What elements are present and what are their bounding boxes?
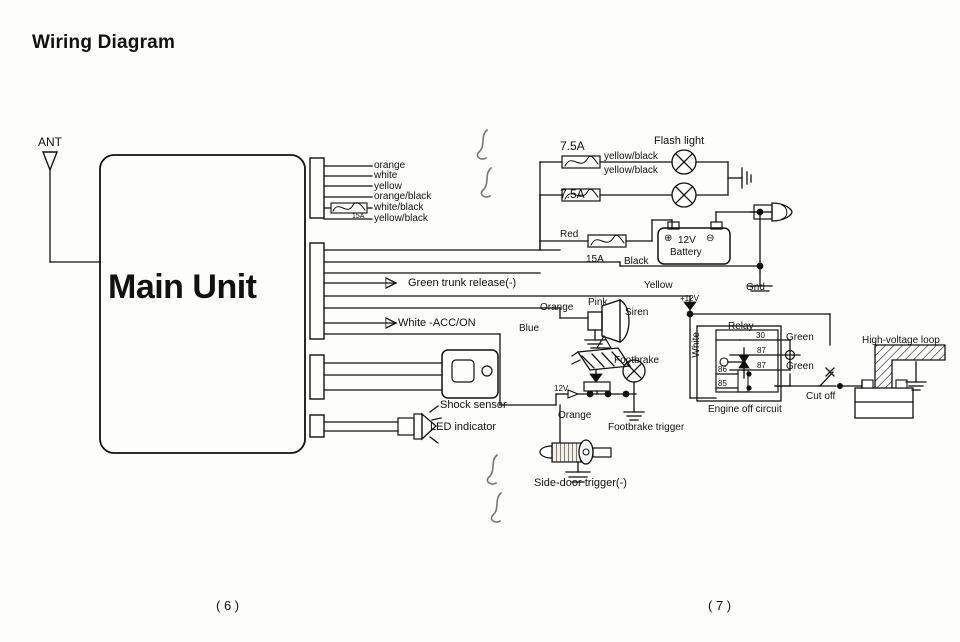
high-voltage-loop-label: High-voltage loop [862,335,940,346]
wire-label-green-top: Green [786,332,814,343]
siren-label: Siren [625,307,649,318]
wire-label-flash-top: yellow/black [604,151,658,162]
page-number-right: ( 7 ) [708,598,732,613]
battery-minus-sign: ⊖ [706,233,715,244]
page-number-left: ( 6 ) [216,598,240,613]
led-indicator-label: LED indicator [430,421,497,433]
wire-label-yellow-black: yellow/black [374,213,428,224]
wire-label-white-acc-on: White -ACC/ON [398,317,476,329]
antenna [41,151,101,263]
wire-label-flash-bottom: yellow/black [604,165,658,176]
footbrake-supply-label: 12V [554,384,569,393]
engine-off-circuit [689,325,801,402]
relay-terminal-30: 30 [756,331,765,340]
battery-voltage: 12V [678,235,696,246]
side-door-trigger-label: Side-door trigger(-) [534,477,627,489]
diagram-lines [41,128,946,523]
staple-marks [476,128,503,523]
footbrake-label: Footbrake [614,355,660,366]
fuse-label-flash-bottom: 7.5A [560,187,585,201]
relay-terminal-85: 85 [718,379,727,388]
relay-terminal-87a: 87 [757,361,766,370]
wiring-diagram-page: Wiring Diagram Main Unit ANT orange whit… [0,0,960,642]
cut-off-label: Cut off [806,391,836,402]
flash-light-title: Flash light [654,135,705,147]
relay-title: Relay [728,321,754,332]
engine-off-circuit-label: Engine off circuit [708,404,782,415]
shock-sensor-label: Shock sensor [440,399,507,411]
wire-label-orange-siren: Orange [540,302,574,313]
antenna-label: ANT [38,135,62,149]
supply-12v-label: +12V [680,294,699,303]
fuse-label-flash-top: 7.5A [560,139,585,153]
high-voltage-loop [829,313,946,419]
diagram-canvas [41,128,946,523]
supply-bus [683,295,831,331]
wire-label-orange-black: orange/black [374,191,432,202]
wire-label-green-trunk-release: Green trunk release(-) [408,277,517,289]
wire-label-blue: Blue [519,323,540,334]
led-indicator [309,405,442,444]
wire-label-black: Black [624,256,649,267]
relay-terminal-87: 87 [757,346,766,355]
relay-terminal-86: 86 [718,365,727,374]
ground-label: Gnd [746,282,765,293]
shock-sensor [441,349,499,399]
wire-label-white-black: white/black [374,202,424,213]
connector-top [309,157,373,220]
fuse-label-power: 15A [586,254,604,265]
wire-label-white: white [374,170,398,181]
wire-label-red: Red [560,229,579,240]
battery-plus-sign: ⊕ [664,233,673,244]
wire-label-yellow-bus: Yellow [644,280,673,291]
wire-label-white-relay: White [691,332,702,358]
wire-label-orange-footbrake: Orange [558,410,592,421]
inline-fuse-rating: 15A [352,213,365,220]
wire-label-green-bottom: Green [786,361,814,372]
main-unit-label: Main Unit [108,268,257,306]
footbrake-trigger-label: Footbrake trigger [608,422,685,433]
footbrake-circuit [499,333,646,421]
battery-name: Battery [670,247,702,258]
battery-circuit [539,202,793,292]
connector-shock [309,354,443,400]
wire-label-pink: Pink [588,297,608,308]
